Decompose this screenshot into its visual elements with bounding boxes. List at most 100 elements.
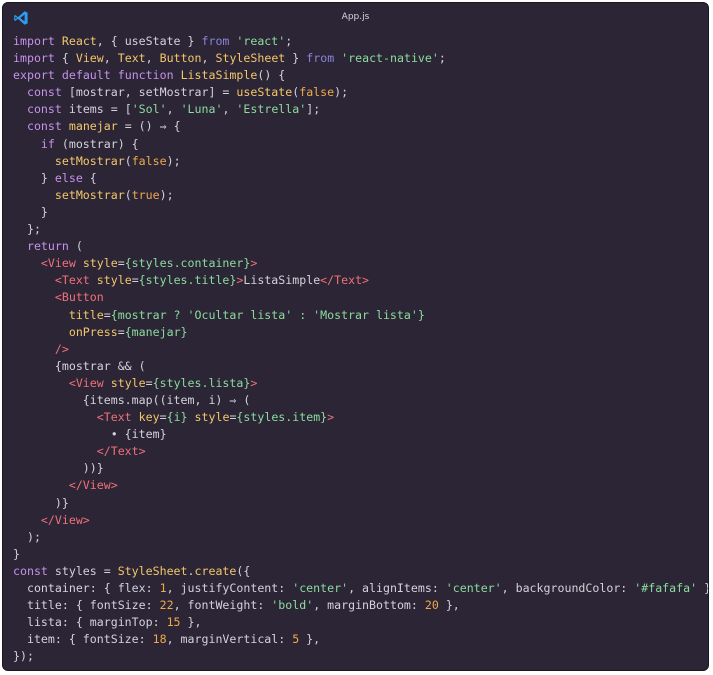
code-line: <View style={styles.lista}> (13, 375, 708, 392)
code-token: }, (697, 581, 708, 595)
code-line: <Text key={i} style={styles.item}> (13, 409, 708, 426)
code-token: create (194, 563, 237, 578)
code-token: } (285, 51, 307, 66)
code-line: title: { fontSize: 22, fontWeight: 'bold… (13, 597, 708, 614)
code-token: (mostrar) { (54, 136, 139, 151)
code-token: </Text> (96, 444, 146, 459)
code-line: ); (13, 529, 708, 546)
code-line: {items.map((item, i) ⇒ ( (13, 392, 708, 409)
code-token: 'bold' (271, 598, 314, 613)
code-token: {items.map((item, i) ⇒ ( (13, 392, 251, 407)
code-token: > (327, 410, 335, 425)
code-token: StyleSheet (117, 563, 188, 578)
code-token: { (82, 170, 97, 185)
code-area[interactable]: import React, { useState } from 'react';… (13, 33, 708, 665)
code-line: return ( (13, 238, 708, 255)
code-token: <Text (54, 273, 90, 288)
code-line: const [mostrar, setMostrar] = useState(f… (13, 84, 708, 101)
code-line: <View style={styles.container}> (13, 255, 708, 272)
code-token: ; (438, 51, 446, 66)
code-line: </View> (13, 477, 708, 494)
code-token: {mostrar ? 'Ocultar lista' : 'Mostrar li… (110, 307, 425, 322)
code-token: {i} (166, 410, 188, 425)
code-line: import { View, Text, Button, StyleSheet … (13, 50, 708, 67)
code-token: • {item} (13, 427, 167, 442)
code-token: </View> (68, 478, 118, 493)
code-line: </View> (13, 512, 708, 529)
code-token: key (138, 410, 160, 425)
code-line: if (mostrar) { (13, 136, 708, 153)
code-line: {mostrar && ( (13, 358, 708, 375)
code-line: const items = ['Sol', 'Luna', 'Estrella'… (13, 101, 708, 118)
code-token: , (201, 51, 216, 66)
code-token: , marginBottom: (313, 598, 425, 613)
code-token: {manejar} (124, 324, 188, 339)
code-token: const (26, 85, 62, 100)
code-token: }, (299, 632, 321, 647)
code-token: ); (334, 85, 349, 100)
code-token: ({ (236, 563, 251, 578)
code-token: {styles.container} (124, 256, 251, 271)
code-token: , fontWeight: (173, 598, 272, 613)
code-token: 15 (166, 615, 181, 630)
code-token: </Text> (320, 273, 370, 288)
code-token: 'react-native' (341, 51, 439, 66)
code-token: /> (54, 341, 69, 356)
code-line: item: { fontSize: 18, marginVertical: 5 … (13, 631, 708, 648)
code-token: . (187, 563, 195, 578)
code-token: ( (68, 239, 83, 254)
code-line: ))} (13, 460, 708, 477)
code-token: function (117, 68, 174, 83)
title-bar: App.js (3, 3, 708, 33)
code-line: lista: { marginTop: 15 }, (13, 614, 708, 631)
code-token: }; (13, 222, 41, 237)
code-token: style (96, 273, 132, 288)
code-token: React (61, 34, 97, 48)
code-token: StyleSheet (215, 51, 286, 66)
code-token: ; (285, 34, 293, 48)
code-token: ))} (13, 461, 104, 476)
code-token: style (82, 256, 118, 271)
code-token: from (306, 51, 335, 66)
code-token: , justifyContent: (166, 581, 293, 595)
code-token: styles = (47, 563, 118, 578)
code-token: {styles.lista} (152, 375, 251, 390)
code-line: <Button (13, 289, 708, 306)
code-token: = (131, 273, 139, 288)
code-token: 20 (424, 598, 439, 613)
code-token: = (117, 256, 125, 271)
code-line: }; (13, 221, 708, 238)
code-line: /> (13, 341, 708, 358)
code-token: '#fafafa' (634, 581, 698, 595)
code-token: , (145, 51, 160, 66)
code-line: } (13, 546, 708, 563)
code-token: ListaSimple (180, 68, 258, 83)
code-token: lista: { marginTop: (13, 615, 167, 630)
code-token: { (54, 51, 76, 66)
code-token: {styles.item} (236, 410, 328, 425)
code-line: container: { flex: 1, justifyContent: 'c… (13, 580, 708, 597)
code-token: 'react' (236, 34, 286, 48)
code-token: import (13, 34, 55, 48)
code-token: else (54, 170, 83, 185)
code-token: > (250, 256, 258, 271)
code-token: true (131, 187, 160, 202)
